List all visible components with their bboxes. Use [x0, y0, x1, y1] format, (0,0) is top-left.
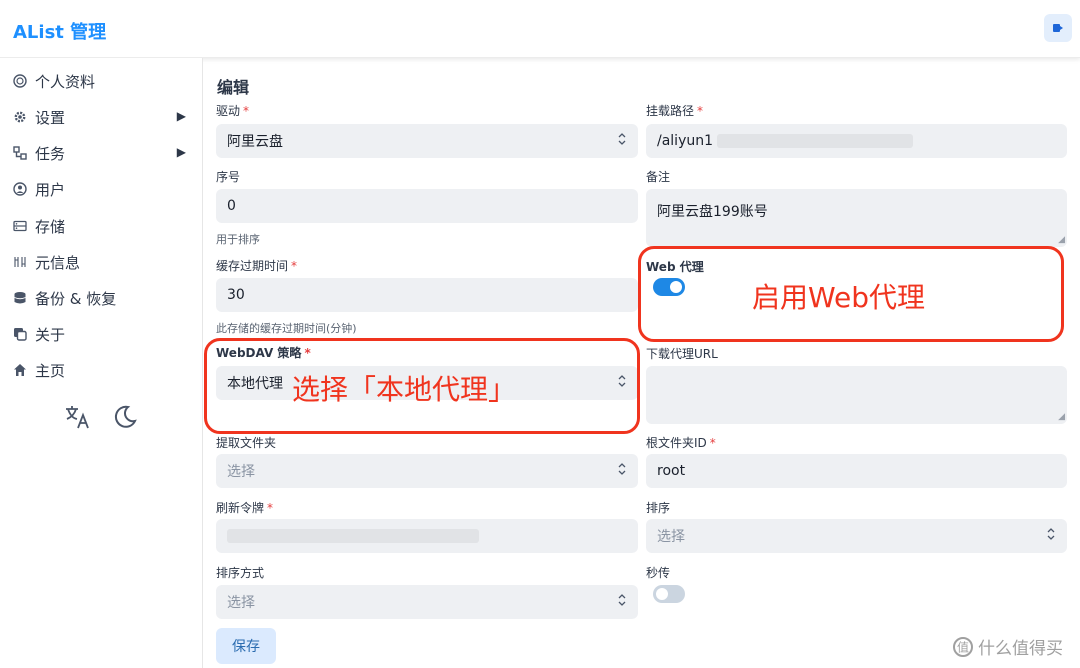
- order-value: 0: [227, 198, 236, 214]
- main-content: 编辑 驱动 * 阿里云盘 挂载路径 * /aliyun1 序号 0 用于排序 备注 …: [204, 58, 1080, 668]
- home-icon: [12, 362, 28, 378]
- top-bar: AList 管理: [0, 0, 1080, 58]
- sidebar-item-settings[interactable]: 设置 ▶: [12, 104, 192, 130]
- user-circle-icon: [12, 181, 28, 197]
- mount-path-value: /aliyun1: [657, 133, 714, 149]
- sidebar-item-label: 关于: [35, 325, 66, 344]
- refresh-token-input[interactable]: [216, 519, 638, 553]
- dark-mode-icon[interactable]: [112, 404, 138, 434]
- redacted-text: [227, 529, 479, 543]
- sidebar-item-label: 任务: [35, 144, 66, 163]
- sidebar-item-profile[interactable]: 个人资料: [12, 68, 192, 94]
- watermark: 值 什么值得买: [952, 634, 1063, 659]
- cache-expiration-input[interactable]: 30: [216, 278, 638, 312]
- cache-expiration-value: 30: [227, 287, 245, 303]
- driver-value: 阿里云盘: [227, 134, 283, 150]
- backup-icon: [12, 290, 28, 306]
- select-chevron-icon: [618, 463, 626, 479]
- cache-expiration-label: 缓存过期时间 *: [216, 259, 298, 273]
- driver-select[interactable]: 阿里云盘: [216, 124, 638, 158]
- web-proxy-annotation: 启用Web代理: [752, 281, 926, 314]
- fingerprint-icon: [12, 73, 28, 89]
- mount-path-input[interactable]: /aliyun1: [646, 124, 1067, 158]
- sidebar-item-label: 设置: [35, 108, 66, 127]
- driver-label: 驱动 *: [216, 104, 250, 118]
- redacted-text: [717, 134, 914, 148]
- download-proxy-url-label: 下载代理URL: [646, 347, 718, 361]
- rapid-upload-label: 秒传: [646, 566, 671, 580]
- order-direction-placeholder: 选择: [227, 595, 255, 611]
- select-chevron-icon: [618, 133, 626, 149]
- order-by-select[interactable]: 选择: [646, 519, 1067, 553]
- sidebar-item-backup[interactable]: 备份 & 恢复: [12, 285, 192, 311]
- order-help: 用于排序: [216, 233, 260, 246]
- sidebar-item-label: 备份 & 恢复: [35, 289, 117, 308]
- root-folder-id-label: 根文件夹ID *: [646, 436, 716, 450]
- extract-folder-select[interactable]: 选择: [216, 454, 638, 488]
- watermark-logo-icon: 值: [953, 636, 973, 657]
- save-button[interactable]: 保存: [216, 628, 276, 664]
- database-icon: [12, 218, 28, 234]
- remark-textarea[interactable]: 阿里云盘199账号 ◢: [646, 189, 1067, 247]
- logout-button[interactable]: [1044, 14, 1072, 42]
- cache-expiration-help: 此存储的缓存过期时间(分钟): [216, 322, 357, 335]
- sidebar-item-label: 主页: [35, 361, 66, 380]
- root-folder-id-value: root: [657, 463, 686, 479]
- chevron-right-icon: ▶: [176, 145, 186, 159]
- refresh-token-label: 刷新令牌 *: [216, 501, 274, 515]
- root-folder-id-input[interactable]: root: [646, 454, 1067, 488]
- sidebar-item-label: 用户: [35, 180, 66, 199]
- translate-icon[interactable]: [64, 404, 92, 434]
- app-title[interactable]: AList 管理: [13, 18, 106, 44]
- order-by-placeholder: 选择: [657, 529, 685, 545]
- sidebar-item-meta[interactable]: 元信息: [12, 249, 192, 275]
- order-by-label: 排序: [646, 501, 671, 515]
- task-icon: [12, 145, 28, 161]
- resize-handle-icon[interactable]: ◢: [1058, 413, 1065, 422]
- sidebar-item-about[interactable]: 关于: [12, 321, 192, 347]
- sidebar-item-label: 个人资料: [35, 72, 96, 91]
- rapid-upload-toggle[interactable]: [653, 585, 685, 603]
- sidebar-item-home[interactable]: 主页: [12, 357, 192, 383]
- resize-handle-icon[interactable]: ◢: [1058, 236, 1065, 245]
- sidebar-tools: [64, 404, 138, 434]
- sidebar-item-users[interactable]: 用户: [12, 176, 192, 202]
- remark-value: 阿里云盘199账号: [657, 204, 768, 220]
- chevron-right-icon: ▶: [176, 109, 186, 123]
- copy-icon: [12, 326, 28, 342]
- sidebar-item-label: 元信息: [35, 253, 81, 272]
- logout-icon: [1053, 24, 1063, 32]
- toggle-knob: [656, 588, 668, 600]
- extract-folder-placeholder: 选择: [227, 464, 255, 480]
- order-direction-select[interactable]: 选择: [216, 585, 638, 619]
- meta-icon: [12, 254, 28, 270]
- download-proxy-url-textarea[interactable]: ◢: [646, 366, 1067, 424]
- order-direction-label: 排序方式: [216, 566, 265, 580]
- remark-label: 备注: [646, 170, 671, 184]
- select-chevron-icon: [1047, 528, 1055, 544]
- order-label: 序号: [216, 170, 241, 184]
- sidebar-item-tasks[interactable]: 任务 ▶: [12, 140, 192, 166]
- sidebar-item-label: 存储: [35, 217, 66, 236]
- sidebar: 个人资料 设置 ▶ 任务 ▶ 用户 存储 元信息 备份 & 恢复 关于 主页: [0, 58, 203, 668]
- mount-path-label: 挂载路径 *: [646, 104, 704, 118]
- select-chevron-icon: [618, 594, 626, 610]
- sidebar-item-storage[interactable]: 存储: [12, 213, 192, 239]
- extract-folder-label: 提取文件夹: [216, 436, 277, 450]
- order-input[interactable]: 0: [216, 189, 638, 223]
- svg-text:值: 值: [957, 639, 969, 654]
- webdav-annotation: 选择「本地代理」: [292, 373, 517, 406]
- gear-icon: [12, 109, 28, 125]
- page-title: 编辑: [217, 78, 250, 97]
